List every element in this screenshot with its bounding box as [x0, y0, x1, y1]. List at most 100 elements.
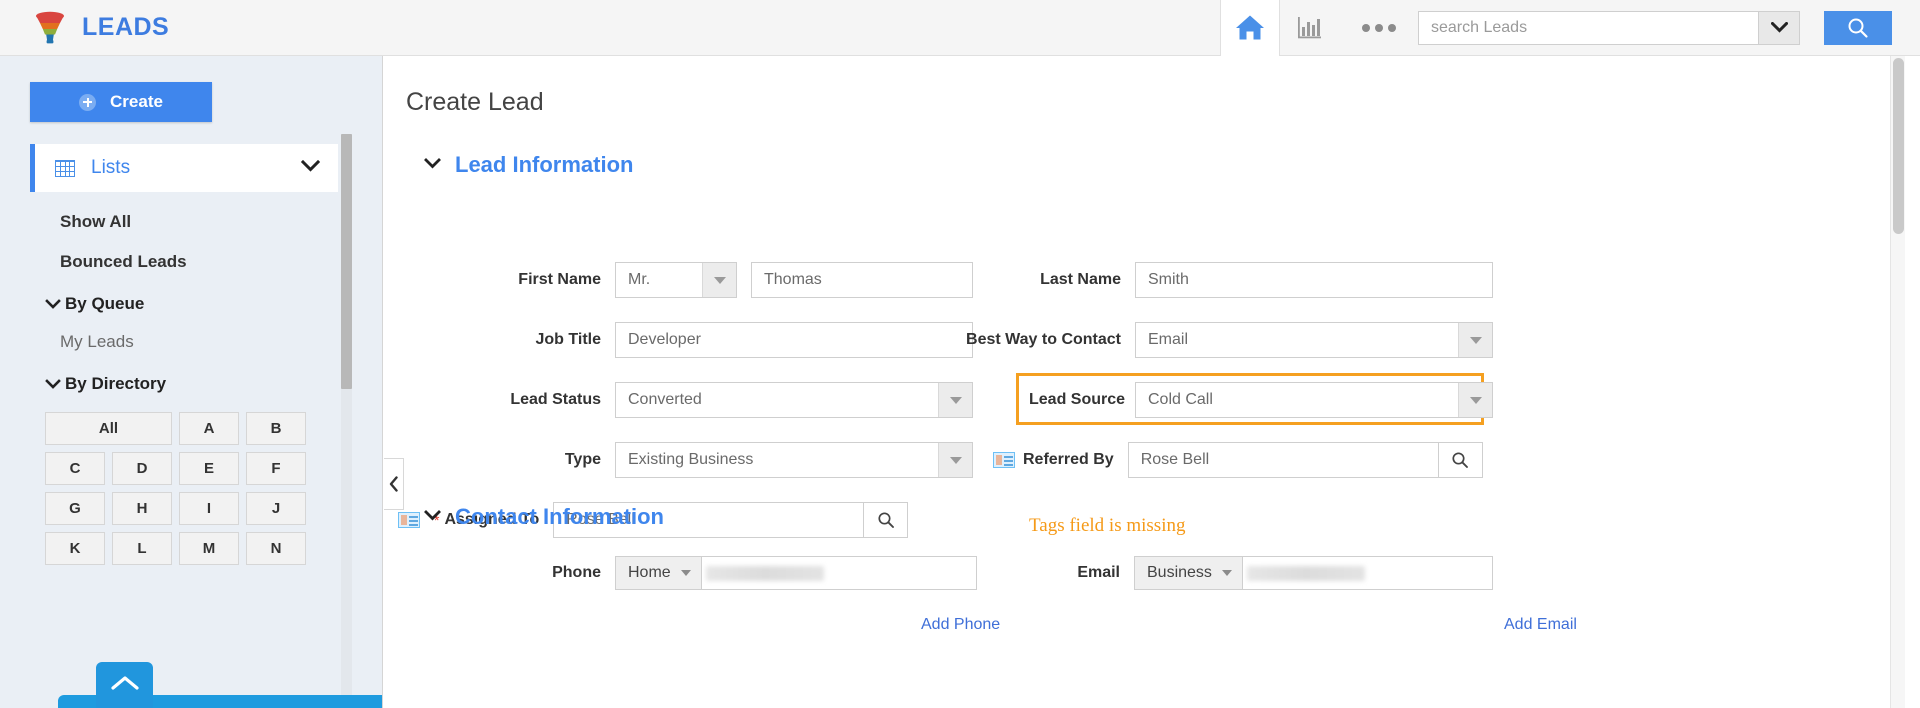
- last-name-input[interactable]: Smith: [1135, 262, 1493, 298]
- dot-icon: [1375, 23, 1383, 32]
- alpha-button-e[interactable]: E: [179, 452, 239, 485]
- app-header: LEADS: [0, 0, 1920, 56]
- alpha-button-a[interactable]: A: [179, 412, 239, 445]
- sidebar-item-lists[interactable]: Lists: [30, 144, 338, 192]
- referred-by-input[interactable]: Rose Bell: [1127, 442, 1439, 478]
- phone-type-value: Home: [628, 564, 671, 581]
- alpha-button-d[interactable]: D: [112, 452, 172, 485]
- email-type-select[interactable]: Business: [1134, 556, 1243, 590]
- main-scrollbar-thumb[interactable]: [1893, 58, 1904, 234]
- directory-alpha-grid: All A B C D E F G H I J K L M N: [45, 412, 335, 565]
- sidebar-group-by-directory-label: By Directory: [65, 374, 167, 393]
- alpha-button-c[interactable]: C: [45, 452, 105, 485]
- alpha-button-l[interactable]: L: [112, 532, 172, 565]
- field-row-last-name: Last Name Smith: [994, 262, 1493, 298]
- scroll-to-top-button[interactable]: [96, 662, 153, 708]
- brand-name: LEADS: [82, 13, 170, 41]
- chevron-down-icon: [45, 294, 61, 314]
- chevron-down-icon: [702, 263, 736, 297]
- field-row-type: Type Existing Business: [481, 442, 973, 478]
- grid-icon: [55, 159, 75, 177]
- first-name-input[interactable]: Thomas: [751, 262, 973, 298]
- chevron-down-icon: [1770, 22, 1788, 33]
- tags-missing-notice: Tags field is missing: [1029, 515, 1186, 536]
- sidebar-group-by-directory[interactable]: By Directory: [45, 374, 382, 394]
- field-label-email: Email: [1077, 564, 1120, 581]
- phone-type-select[interactable]: Home: [615, 556, 702, 590]
- chevron-left-icon: [389, 476, 398, 492]
- field-label-type: Type: [564, 451, 601, 468]
- sidebar: Create Lists Show All Bounced Leads By Q…: [0, 56, 383, 708]
- sidebar-item-my-leads[interactable]: My Leads: [60, 332, 382, 352]
- collapse-sidebar-button[interactable]: [384, 458, 404, 510]
- contact-card-icon: [993, 452, 1015, 468]
- phone-number-input[interactable]: [701, 556, 977, 590]
- assigned-to-lookup-button[interactable]: [864, 502, 909, 538]
- search-icon: [878, 512, 894, 528]
- home-button[interactable]: [1220, 0, 1280, 56]
- field-label-last-name: Last Name: [1040, 271, 1121, 288]
- alpha-button-g[interactable]: G: [45, 492, 105, 525]
- search-submit-button[interactable]: [1824, 10, 1892, 45]
- referred-by-value: Rose Bell: [1140, 451, 1210, 468]
- sidebar-item-lists-label: Lists: [91, 157, 131, 178]
- chevron-down-icon: [938, 383, 972, 417]
- add-phone-link[interactable]: Add Phone: [921, 616, 1000, 634]
- chevron-down-icon: [300, 159, 321, 177]
- alpha-button-h[interactable]: H: [112, 492, 172, 525]
- best-way-to-contact-select[interactable]: Email: [1135, 322, 1493, 358]
- lead-status-select[interactable]: Converted: [615, 382, 973, 418]
- chevron-down-icon: [1221, 570, 1232, 576]
- create-button[interactable]: Create: [30, 82, 212, 122]
- alpha-button-m[interactable]: M: [179, 532, 239, 565]
- section-header-contact-information-label: Contact Information: [455, 504, 664, 529]
- search-input[interactable]: [1418, 10, 1758, 45]
- salutation-select[interactable]: Mr.: [615, 262, 737, 298]
- more-menu-button[interactable]: [1340, 23, 1418, 32]
- sidebar-item-show-all[interactable]: Show All: [60, 212, 382, 232]
- first-name-value: Thomas: [764, 271, 822, 288]
- job-title-input[interactable]: Developer: [615, 322, 973, 358]
- chevron-down-icon: [45, 374, 61, 394]
- add-email-link[interactable]: Add Email: [1504, 616, 1577, 634]
- lead-source-select[interactable]: Cold Call: [1135, 382, 1493, 418]
- alpha-button-all[interactable]: All: [45, 412, 172, 445]
- sidebar-item-bounced-leads[interactable]: Bounced Leads: [60, 252, 382, 272]
- alpha-button-n[interactable]: N: [246, 532, 306, 565]
- main-content: Create Lead Lead Information First Name …: [384, 56, 1905, 708]
- section-header-contact-information[interactable]: Contact Information: [424, 504, 664, 530]
- global-search: [1418, 10, 1800, 45]
- sidebar-scrollbar-thumb[interactable]: [341, 134, 352, 389]
- dot-icon: [1362, 23, 1370, 32]
- sidebar-scrollbar[interactable]: [341, 134, 352, 708]
- field-label-lead-status: Lead Status: [510, 391, 601, 408]
- reports-button[interactable]: [1280, 0, 1340, 56]
- email-address-input[interactable]: [1242, 556, 1493, 590]
- field-row-referred-by: Referred By Rose Bell: [993, 442, 1483, 478]
- lead-source-value: Cold Call: [1148, 391, 1213, 408]
- type-value: Existing Business: [628, 451, 754, 468]
- chevron-down-icon: [938, 443, 972, 477]
- chevron-down-icon: [680, 570, 691, 576]
- main-scrollbar[interactable]: [1890, 56, 1905, 708]
- chevron-down-icon: [1458, 383, 1492, 417]
- contact-card-icon: [398, 512, 420, 528]
- alpha-button-i[interactable]: I: [179, 492, 239, 525]
- field-label-lead-source: Lead Source: [1029, 391, 1126, 408]
- type-select[interactable]: Existing Business: [615, 442, 973, 478]
- field-label-best-way-to-contact: Best Way to Contact: [966, 331, 1121, 348]
- alpha-button-j[interactable]: J: [246, 492, 306, 525]
- section-header-lead-information-label: Lead Information: [455, 152, 634, 177]
- field-row-lead-source: Lead Source Cold Call: [1029, 382, 1493, 418]
- alpha-button-f[interactable]: F: [246, 452, 306, 485]
- page-title: Create Lead: [406, 88, 544, 116]
- field-label-phone: Phone: [552, 564, 601, 581]
- field-label-referred-by: Referred By: [1023, 451, 1114, 468]
- field-row-best-way-to-contact: Best Way to Contact Email: [950, 322, 1493, 358]
- search-scope-dropdown[interactable]: [1758, 10, 1800, 45]
- referred-by-lookup-button[interactable]: [1438, 442, 1483, 478]
- sidebar-group-by-queue[interactable]: By Queue: [45, 294, 382, 314]
- alpha-button-k[interactable]: K: [45, 532, 105, 565]
- alpha-button-b[interactable]: B: [246, 412, 306, 445]
- section-header-lead-information[interactable]: Lead Information: [424, 152, 1905, 178]
